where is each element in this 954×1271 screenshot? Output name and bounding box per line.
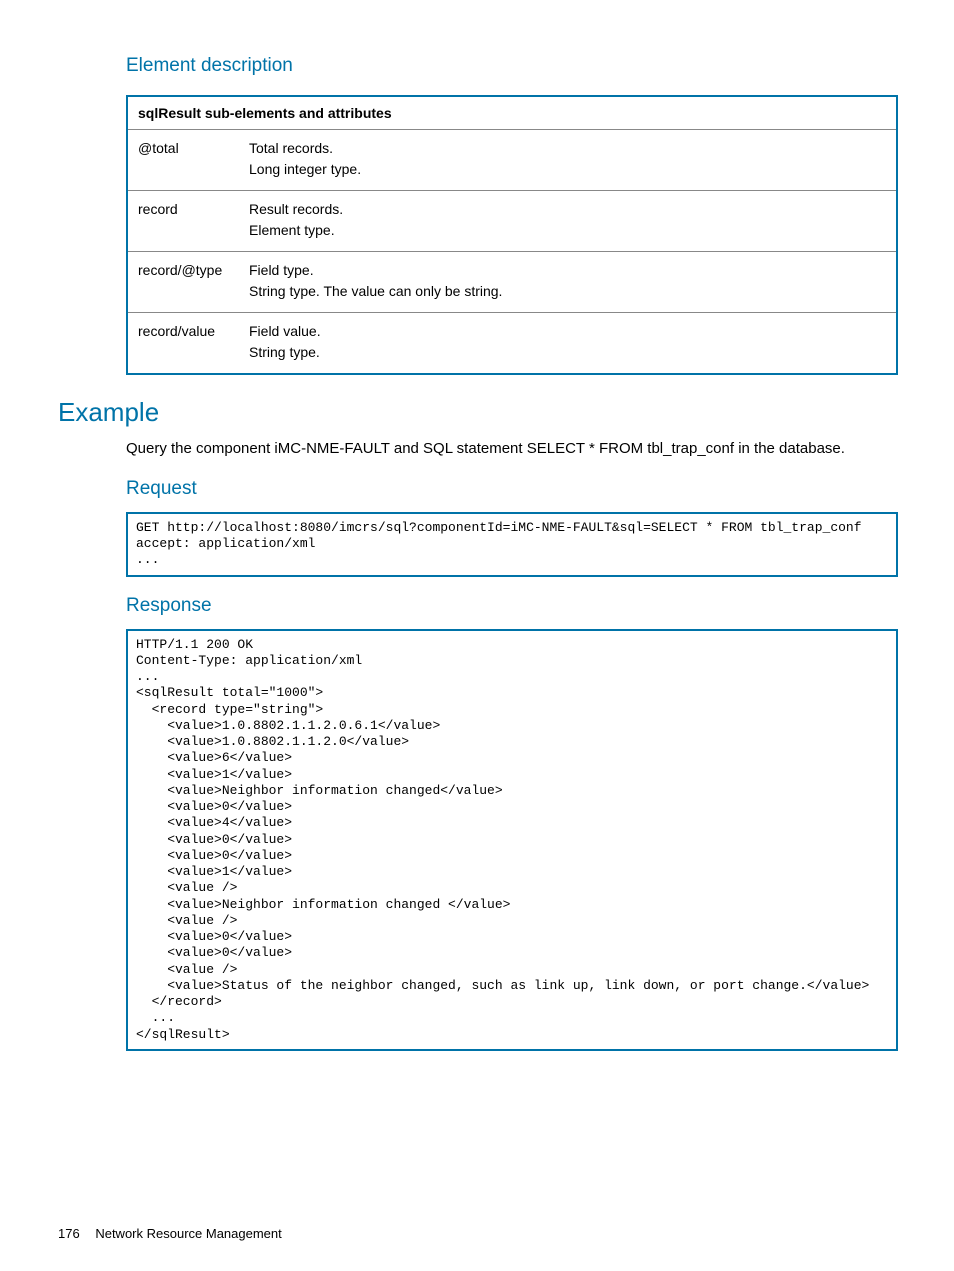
attr-desc: Field type. String type. The value can o…: [239, 252, 897, 313]
footer-title: Network Resource Management: [95, 1226, 281, 1241]
table-row: record/@type Field type. String type. Th…: [127, 252, 897, 313]
table-row: record Result records. Element type.: [127, 191, 897, 252]
table-row: record/value Field value. String type.: [127, 313, 897, 375]
example-intro: Query the component iMC-NME-FAULT and SQ…: [126, 438, 896, 460]
attr-name: record/@type: [127, 252, 239, 313]
heading-element-description: Element description: [126, 55, 896, 77]
response-code-block: HTTP/1.1 200 OK Content-Type: applicatio…: [126, 629, 898, 1051]
page-number: 176: [58, 1226, 80, 1241]
heading-response: Response: [126, 595, 896, 617]
attr-desc: Field value. String type.: [239, 313, 897, 375]
attr-name: record: [127, 191, 239, 252]
attr-name: record/value: [127, 313, 239, 375]
element-description-table: sqlResult sub-elements and attributes @t…: [126, 95, 898, 375]
page-footer: 176 Network Resource Management: [58, 1226, 282, 1241]
table-row: @total Total records. Long integer type.: [127, 130, 897, 191]
heading-request: Request: [126, 478, 896, 500]
attr-desc: Total records. Long integer type.: [239, 130, 897, 191]
attr-desc: Result records. Element type.: [239, 191, 897, 252]
attr-name: @total: [127, 130, 239, 191]
table-header: sqlResult sub-elements and attributes: [127, 96, 897, 130]
request-code-block: GET http://localhost:8080/imcrs/sql?comp…: [126, 512, 898, 577]
heading-example: Example: [58, 397, 896, 428]
